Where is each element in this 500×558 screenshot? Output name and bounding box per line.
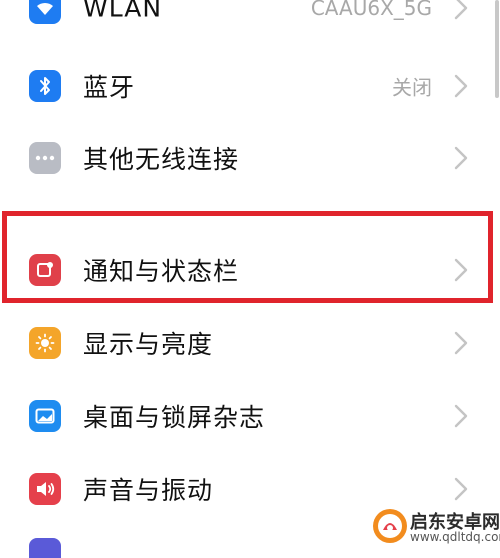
chevron-right-icon [454, 146, 468, 170]
bluetooth-status-value: 关闭 [392, 75, 432, 100]
chevron-right-icon [454, 331, 468, 355]
watermark-logo-icon [373, 509, 407, 543]
more-dots-icon [29, 142, 61, 174]
wifi-icon [29, 0, 61, 24]
scrollbar[interactable] [495, 0, 499, 98]
watermark: 启东安卓网 www.qdltdq.com [372, 506, 500, 548]
settings-item-label: 其他无线连接 [83, 145, 240, 174]
chevron-right-icon [454, 404, 468, 428]
chevron-right-icon [454, 74, 468, 98]
settings-item-next-icon [29, 538, 61, 558]
settings-item-label: WLAN [83, 0, 163, 23]
highlight-box [2, 211, 493, 303]
brightness-icon [29, 327, 61, 359]
settings-item-label: 显示与亮度 [83, 330, 214, 359]
bluetooth-icon [29, 70, 61, 102]
settings-item-other-wireless[interactable]: 其他无线连接 [0, 124, 500, 192]
settings-item-bluetooth[interactable]: 蓝牙 关闭 [0, 52, 500, 120]
watermark-url: www.qdltdq.com [410, 530, 500, 544]
chevron-right-icon [454, 477, 468, 501]
settings-item-display[interactable]: 显示与亮度 [0, 309, 500, 377]
speaker-icon [29, 473, 61, 505]
chevron-right-icon [454, 0, 468, 20]
settings-item-wlan[interactable]: WLAN CAAU6X_5G [0, 0, 500, 42]
settings-item-label: 蓝牙 [83, 73, 136, 102]
settings-item-label: 声音与振动 [83, 476, 214, 505]
wallpaper-icon [29, 400, 61, 432]
settings-item-label: 桌面与锁屏杂志 [83, 403, 266, 432]
settings-item-wallpaper[interactable]: 桌面与锁屏杂志 [0, 382, 500, 450]
wlan-network-value: CAAU6X_5G [310, 0, 432, 20]
